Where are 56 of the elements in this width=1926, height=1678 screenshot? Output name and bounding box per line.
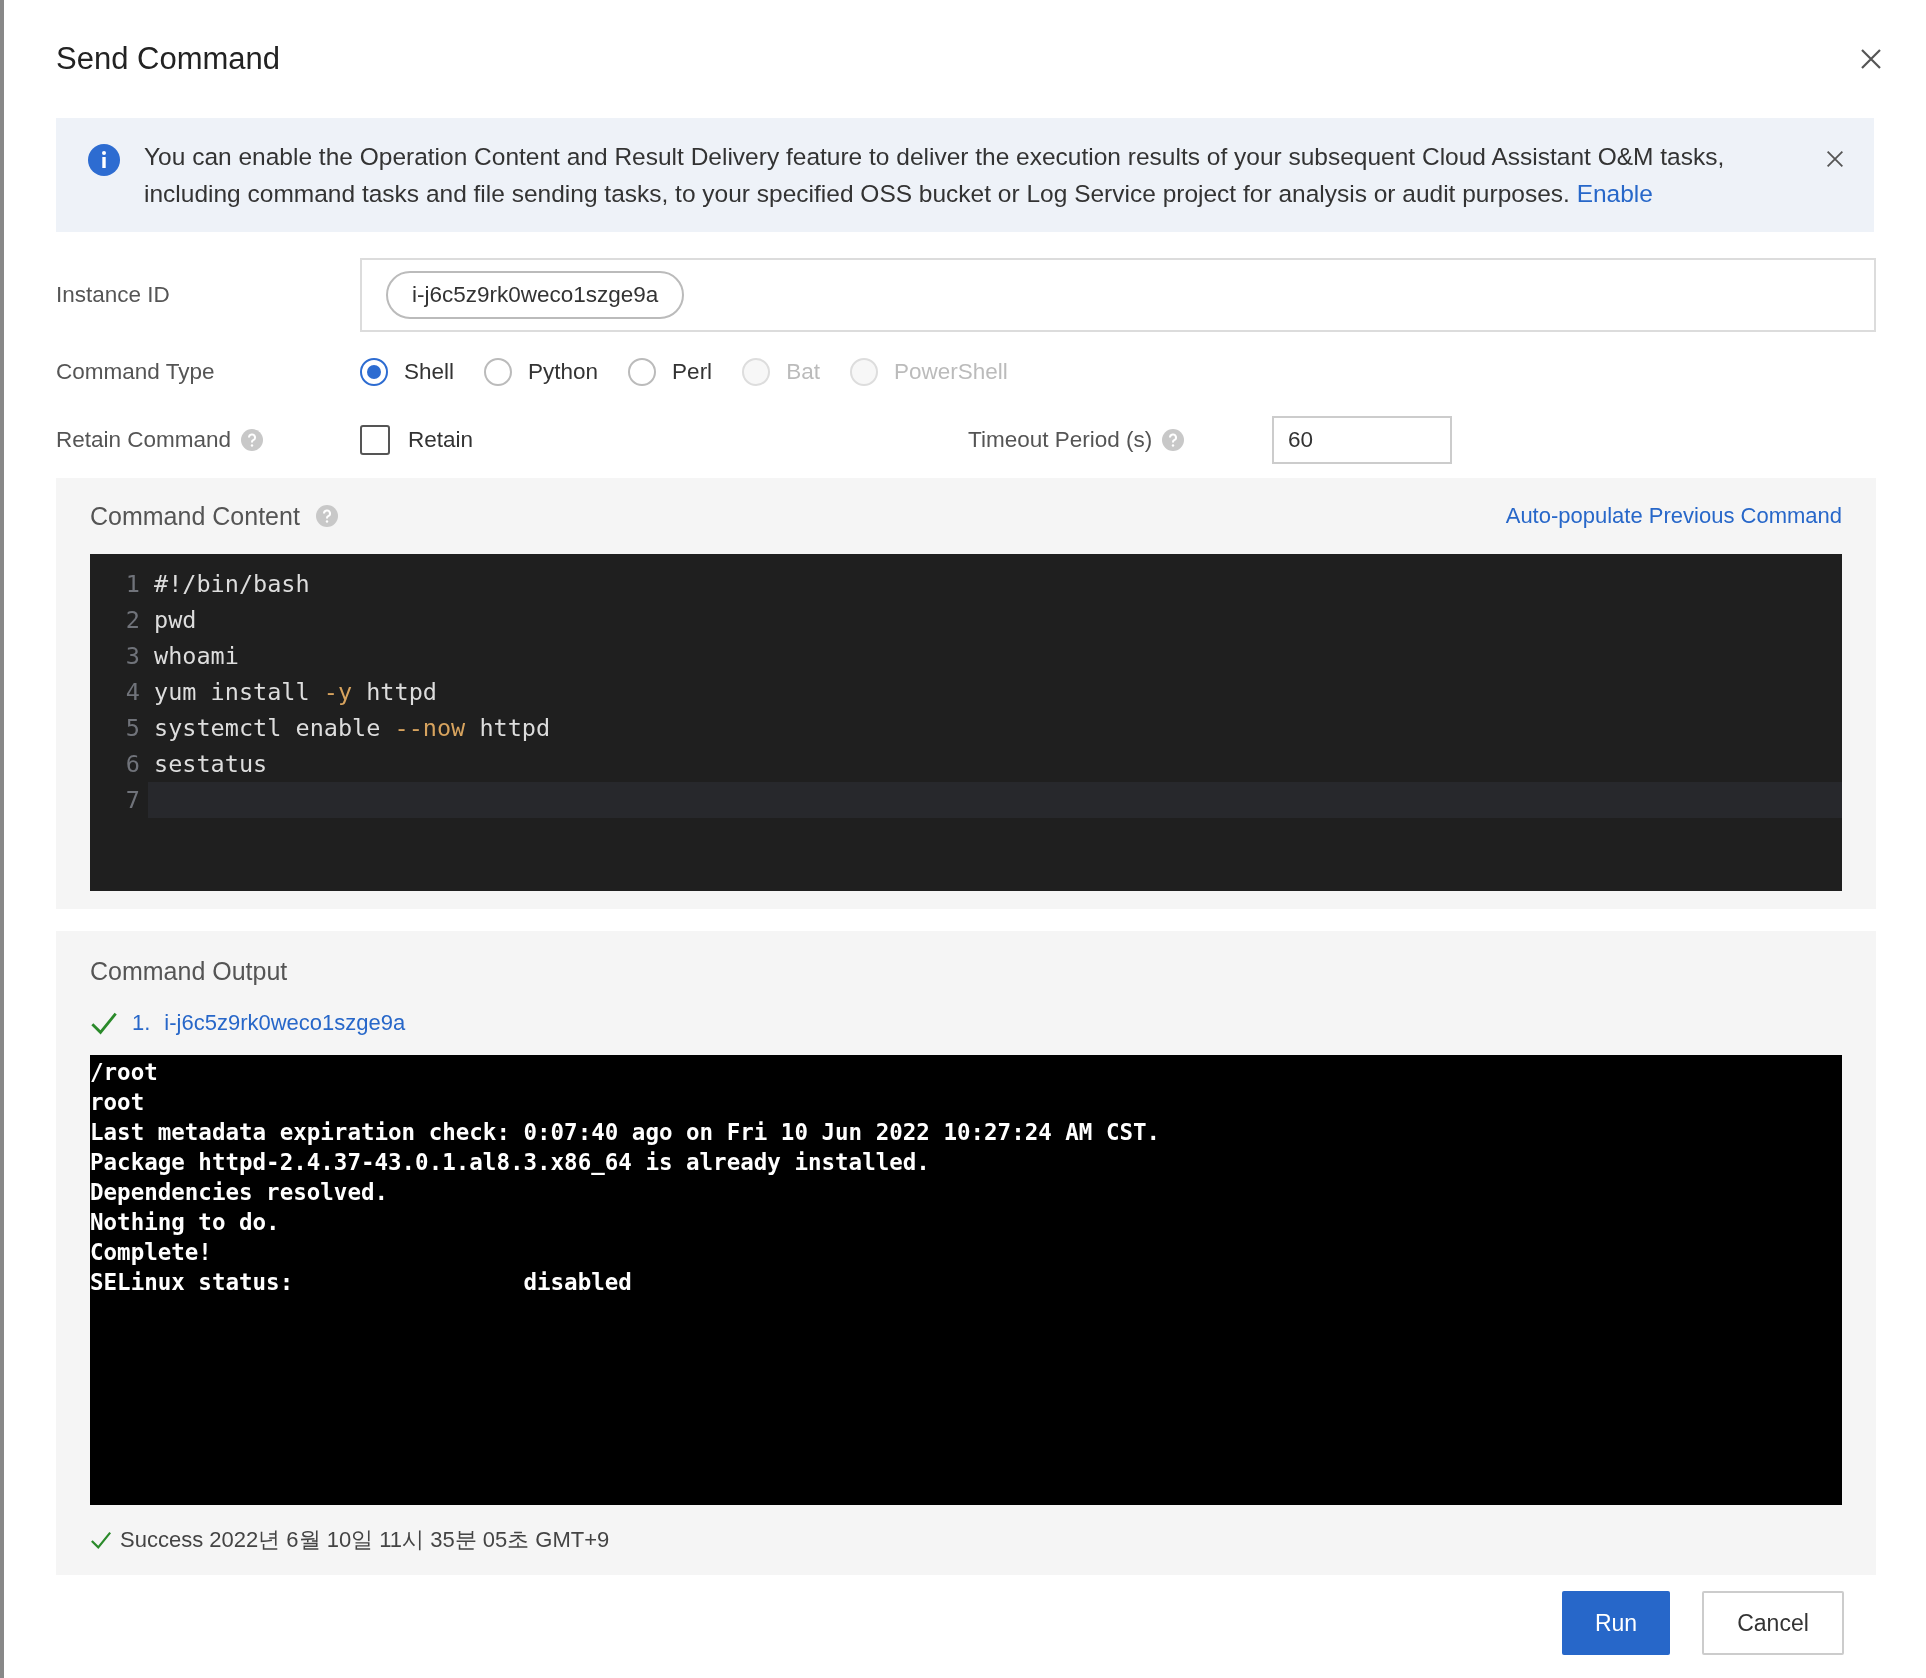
banner-message: You can enable the Operation Content and Result Delivery feature to deliver the execution results of your subsequent Cloud Assistant O&M tasks, including command tasks and file sending tasks, to your specified OSS bucket or Log Service project for analysis or audit purposes. Enable: [144, 142, 1726, 209]
output-line: SELinux status: disabled: [90, 1268, 633, 1297]
radio-label: Python: [528, 359, 599, 385]
output-line: Complete!: [90, 1238, 213, 1267]
radio-label: Shell: [404, 359, 455, 385]
enable-link[interactable]: Enable: [1576, 180, 1653, 207]
line-number: 5: [124, 714, 141, 742]
line-number: 1: [124, 570, 141, 598]
line-number: 2: [124, 606, 141, 634]
radio-label: Perl: [672, 359, 713, 385]
help-icon[interactable]: [315, 505, 338, 527]
cancel-button[interactable]: Cancel: [1702, 1591, 1844, 1655]
status-text: Success 2022년 6월 10일 11시 35분 05초 GMT+9: [120, 1526, 610, 1554]
checkbox[interactable]: [360, 425, 390, 455]
code-line: #!/bin/bash: [154, 570, 310, 598]
radio-label: PowerShell: [893, 359, 1008, 385]
output-line: Nothing to do.: [90, 1208, 281, 1237]
output-line: /root: [90, 1058, 159, 1087]
field-label: Command Type: [56, 359, 216, 385]
instance-index: 1.: [132, 1010, 151, 1036]
radio-button[interactable]: [484, 358, 513, 386]
close-icon[interactable]: [1860, 48, 1882, 70]
radio-button[interactable]: [628, 358, 657, 386]
line-number: 4: [124, 678, 141, 706]
timeout-field[interactable]: 60: [1272, 416, 1452, 464]
radio-label: Bat: [786, 359, 820, 385]
field-label: Instance ID: [56, 282, 171, 308]
code-line: sestatus: [154, 750, 268, 778]
run-button[interactable]: Run: [1562, 1591, 1670, 1655]
close-icon[interactable]: [1826, 150, 1844, 168]
output-line: Dependencies resolved.: [90, 1178, 389, 1207]
output-line: Package httpd-2.4.37-43.0.1.al8.3.x86_64 is already installed.: [90, 1148, 931, 1177]
code-line: whoami: [154, 642, 239, 670]
output-line: root: [90, 1088, 146, 1117]
code-line: systemctl enable --now httpd: [154, 714, 551, 742]
instance-id-field[interactable]: i-j6c5z9rk0weco1szge9a: [360, 258, 1876, 332]
code-line: yum install -y httpd: [154, 678, 437, 706]
field-label: Retain Command: [56, 427, 232, 453]
checkbox-label: Retain: [408, 427, 475, 453]
instance-tag[interactable]: i-j6c5z9rk0weco1szge9a: [386, 271, 685, 319]
code-line: pwd: [154, 606, 197, 634]
field-label: Timeout Period (s): [968, 427, 1153, 453]
section-title: Command Output: [90, 956, 289, 987]
info-icon: [88, 144, 120, 176]
dialog-title: Send Command: [56, 41, 280, 77]
radio-button[interactable]: [360, 358, 388, 386]
instance-link[interactable]: i-j6c5z9rk0weco1szge9a: [164, 1010, 406, 1036]
output-line: Last metadata expiration check: 0:07:40 ago on Fri 10 Jun 2022 10:27:24 AM CST.: [90, 1118, 1162, 1147]
line-number: 3: [124, 642, 141, 670]
help-icon[interactable]: [241, 429, 264, 451]
auto-populate-link[interactable]: Auto-populate Previous Command: [1505, 503, 1842, 529]
line-number: 6: [124, 750, 141, 778]
section-title: Command Content: [90, 501, 300, 531]
line-number: 7: [124, 786, 141, 814]
code-editor[interactable]: 1 #!/bin/bash 2 pwd 3 whoami 4 yum install -y httpd 5 systemctl enable --now httpd 6 sestatus 7: [90, 554, 1842, 891]
help-icon[interactable]: [1162, 429, 1185, 451]
